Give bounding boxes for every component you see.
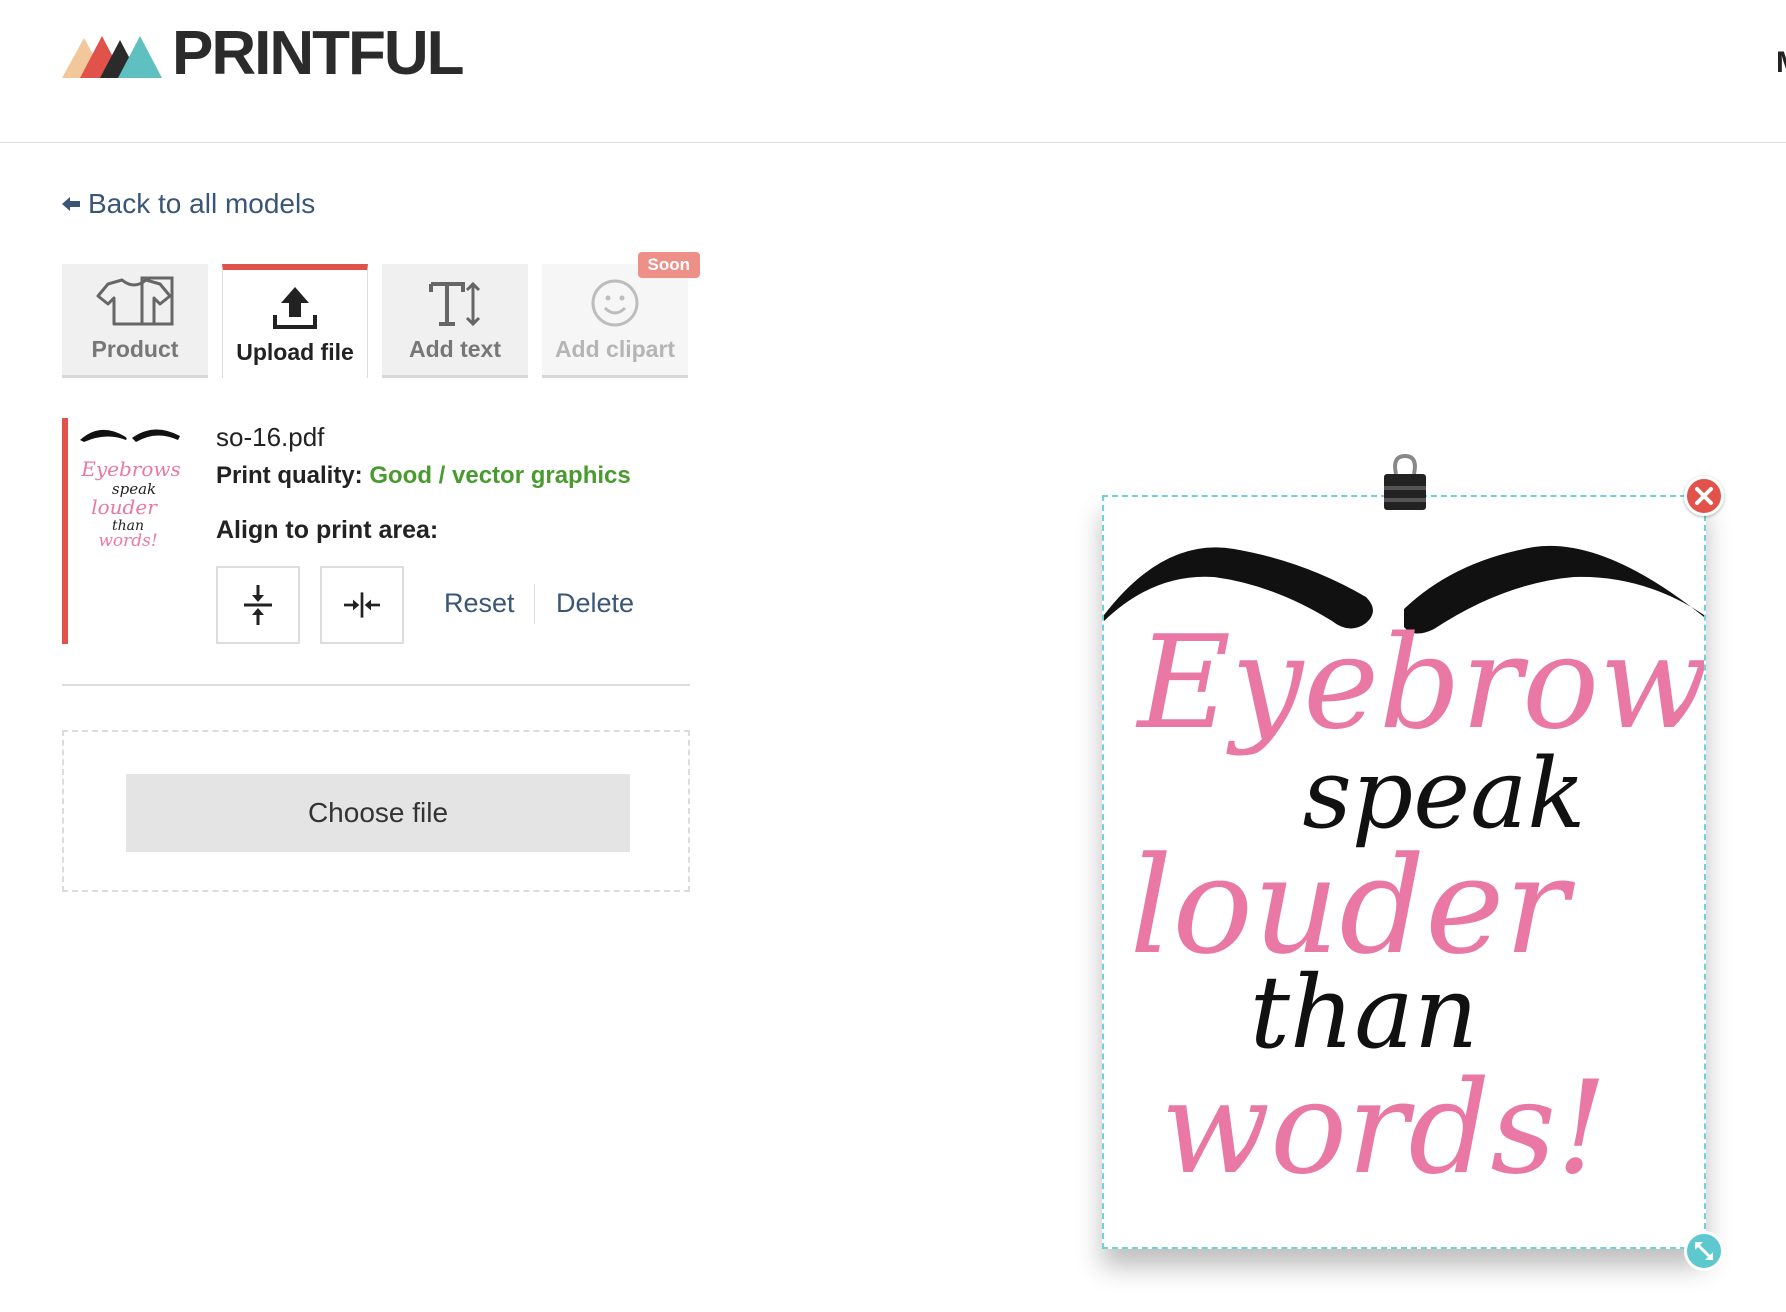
- reset-button[interactable]: Reset: [444, 588, 515, 619]
- align-horizontal-icon: [344, 592, 380, 618]
- resize-design-handle[interactable]: [1684, 1231, 1724, 1271]
- close-icon: [1695, 487, 1713, 505]
- uploaded-file-entry: Eyebrows speak louder than words! so-16.…: [62, 418, 690, 644]
- resize-icon: [1695, 1242, 1713, 1260]
- align-vertical-icon: [244, 585, 272, 625]
- tab-add-clipart-label: Add clipart: [554, 336, 676, 362]
- section-divider: [62, 684, 690, 686]
- file-name: so-16.pdf: [216, 422, 325, 452]
- print-quality-label: Print quality:: [216, 462, 363, 489]
- tab-add-text-label: Add text: [409, 336, 501, 362]
- arrow-left-icon: [62, 197, 80, 211]
- file-dropzone[interactable]: Choose file: [62, 730, 690, 892]
- print-quality-value: Good / vector graphics: [369, 462, 631, 489]
- back-link-label: Back to all models: [88, 188, 316, 219]
- upload-icon: [273, 287, 317, 329]
- delete-button[interactable]: Delete: [556, 588, 634, 619]
- action-separator: [534, 584, 535, 624]
- text-icon: [429, 281, 481, 327]
- remove-design-button[interactable]: [1684, 476, 1724, 516]
- brand-name: PRINTFUL: [172, 19, 465, 88]
- align-horizontal-center-button[interactable]: [320, 566, 404, 644]
- artwork-line-words: words!: [1161, 1054, 1608, 1203]
- svg-text:words!: words!: [98, 531, 157, 548]
- tab-upload-file[interactable]: Upload file: [222, 264, 368, 378]
- tab-product[interactable]: Product: [62, 264, 208, 378]
- align-label: Align to print area:: [216, 516, 439, 544]
- align-vertical-center-button[interactable]: [216, 566, 300, 644]
- choose-file-button[interactable]: Choose file: [126, 774, 630, 852]
- site-header: PRINTFUL M: [0, 0, 1786, 143]
- file-thumbnail[interactable]: Eyebrows speak louder than words!: [76, 418, 186, 548]
- tab-upload-label: Upload file: [236, 339, 354, 365]
- svg-text:Eyebrows: Eyebrows: [80, 457, 181, 481]
- tab-add-clipart[interactable]: Soon Add clipart: [542, 252, 700, 378]
- tab-add-text[interactable]: Add text: [382, 264, 528, 378]
- soon-badge: Soon: [637, 252, 700, 278]
- logo-mountains-icon: [62, 36, 162, 78]
- svg-text:louder: louder: [91, 495, 158, 519]
- print-area-poster[interactable]: Eyebrows speak louder than words!: [1102, 495, 1706, 1249]
- header-nav-cut[interactable]: M: [1776, 46, 1786, 80]
- binder-clip-icon: [1384, 453, 1426, 510]
- back-to-models-link[interactable]: Back to all models: [62, 188, 315, 220]
- tab-product-label: Product: [91, 336, 179, 362]
- artwork-line-eyebrows: Eyebrows: [1136, 609, 1704, 758]
- smiley-icon: [591, 279, 639, 327]
- poster-artwork: Eyebrows speak louder than words!: [1104, 545, 1704, 1203]
- tshirt-icon: [96, 276, 174, 326]
- editor-tabs: Product Upload file Add text Soon Add cl…: [62, 252, 702, 378]
- print-quality: Print quality: Good / vector graphics: [216, 462, 631, 490]
- printful-logo[interactable]: PRINTFUL: [62, 19, 465, 88]
